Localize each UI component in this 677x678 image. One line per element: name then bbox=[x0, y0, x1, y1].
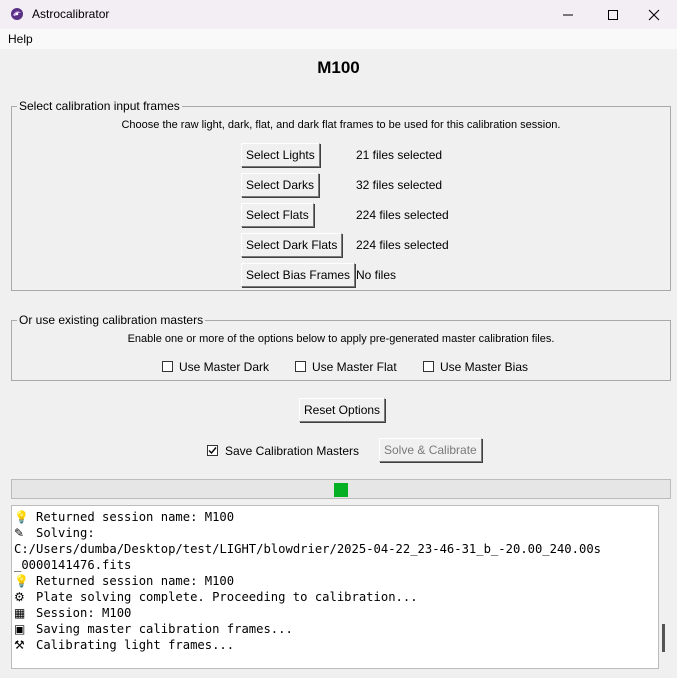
close-button[interactable] bbox=[631, 0, 677, 29]
masters-legend: Or use existing calibration masters bbox=[17, 313, 206, 327]
maximize-button[interactable] bbox=[590, 0, 636, 29]
gear-icon: ⚙ bbox=[14, 590, 25, 604]
lightbulb-icon: 💡 bbox=[14, 574, 29, 588]
log-line-text: Saving master calibration frames... bbox=[36, 622, 293, 636]
calendar-icon: ▦ bbox=[14, 606, 26, 620]
log-line: ✎ Solving: bbox=[14, 525, 601, 541]
select-darks-button[interactable]: Select Darks bbox=[241, 173, 320, 197]
minimize-button[interactable] bbox=[545, 0, 591, 29]
flats-status: 224 files selected bbox=[356, 208, 449, 222]
galaxy-icon bbox=[11, 8, 23, 20]
window-title: Astrocalibrator bbox=[32, 7, 110, 21]
log-line-text: Solving: bbox=[36, 526, 95, 540]
close-icon bbox=[648, 9, 660, 20]
log-line-text: Calibrating light frames... bbox=[36, 638, 235, 652]
log-line: ▦ Session: M100 bbox=[14, 605, 601, 621]
session-title: M100 bbox=[317, 58, 360, 77]
log-output[interactable]: 💡 Returned session name: M100 ✎ Solving: C:/… bbox=[11, 505, 659, 669]
use-master-flat-checkbox[interactable] bbox=[295, 361, 306, 372]
wrench-icon: ⚒ bbox=[14, 638, 25, 652]
select-lights-button[interactable]: Select Lights bbox=[241, 143, 320, 167]
maximize-icon bbox=[608, 9, 618, 20]
log-line-text: Session: M100 bbox=[36, 606, 132, 620]
log-line-text: Returned session name: M100 bbox=[36, 574, 235, 588]
lightbulb-icon: 💡 bbox=[14, 510, 29, 524]
log-line: ⚒ Calibrating light frames... bbox=[14, 637, 601, 653]
use-master-bias-checkbox[interactable] bbox=[423, 361, 434, 372]
log-line: ▣ Saving master calibration frames... bbox=[14, 621, 601, 637]
bias-frames-status: No files bbox=[356, 268, 397, 282]
pen-icon: ✎ bbox=[14, 526, 25, 540]
select-dark-flats-button[interactable]: Select Dark Flats bbox=[241, 233, 343, 257]
title-bar: Astrocalibrator bbox=[0, 0, 677, 29]
log-line-text: Plate solving complete. Proceeding to ca… bbox=[36, 590, 418, 604]
select-bias-frames-button[interactable]: Select Bias Frames bbox=[241, 263, 356, 287]
log-line-text: Returned session name: M100 bbox=[36, 510, 235, 524]
masters-description: Enable one or more of the options below … bbox=[127, 333, 555, 345]
use-master-dark-label[interactable]: Use Master Dark bbox=[179, 360, 269, 374]
dark-flats-status: 224 files selected bbox=[356, 238, 449, 252]
save-masters-label[interactable]: Save Calibration Masters bbox=[225, 444, 359, 458]
progress-indicator bbox=[334, 483, 348, 497]
select-flats-button[interactable]: Select Flats bbox=[241, 203, 314, 227]
solve-calibrate-button[interactable]: Solve & Calibrate bbox=[379, 438, 482, 462]
use-master-flat-label[interactable]: Use Master Flat bbox=[312, 360, 397, 374]
minimize-icon bbox=[563, 14, 573, 15]
log-line: 💡 Returned session name: M100 bbox=[14, 509, 601, 525]
use-master-dark-checkbox[interactable] bbox=[162, 361, 173, 372]
progress-bar bbox=[11, 479, 671, 499]
log-lines: 💡 Returned session name: M100 ✎ Solving: C:/… bbox=[14, 509, 601, 653]
floppy-icon: ▣ bbox=[14, 622, 26, 636]
checkmark-icon bbox=[208, 447, 217, 455]
reset-options-button[interactable]: Reset Options bbox=[299, 398, 386, 422]
log-scrollbar[interactable] bbox=[662, 624, 665, 652]
log-line: 💡 Returned session name: M100 bbox=[14, 573, 601, 589]
save-masters-checkbox[interactable] bbox=[207, 445, 218, 456]
use-master-bias-label[interactable]: Use Master Bias bbox=[440, 360, 528, 374]
log-line: C:/Users/dumba/Desktop/test/LIGHT/blowdr… bbox=[14, 541, 601, 557]
log-line: _0000141476.fits bbox=[14, 557, 601, 573]
input-frames-legend: Select calibration input frames bbox=[17, 99, 182, 113]
menu-bar: Help bbox=[0, 29, 677, 49]
log-line: ⚙ Plate solving complete. Proceeding to c… bbox=[14, 589, 601, 605]
input-frames-description: Choose the raw light, dark, flat, and da… bbox=[121, 119, 561, 131]
darks-status: 32 files selected bbox=[356, 178, 443, 192]
menu-help[interactable]: Help bbox=[8, 32, 33, 46]
lights-status: 21 files selected bbox=[356, 148, 443, 162]
log-line-text: _0000141476.fits bbox=[14, 558, 132, 572]
log-line-text: C:/Users/dumba/Desktop/test/LIGHT/blowdr… bbox=[14, 542, 601, 556]
